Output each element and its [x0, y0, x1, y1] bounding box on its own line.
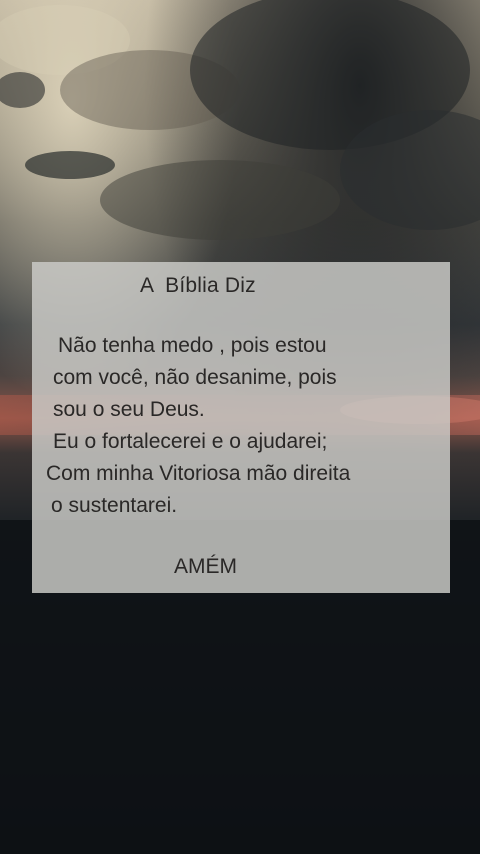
verse-line: Com minha Vitoriosa mão direita	[46, 462, 351, 485]
card-title: A Bíblia Diz	[140, 274, 256, 297]
closing-amen: AMÉM	[174, 555, 237, 578]
verse-line: Não tenha medo , pois estou	[58, 334, 327, 357]
verse-line: Eu o fortalecerei e o ajudarei;	[53, 430, 328, 453]
verse-line: o sustentarei.	[51, 494, 178, 517]
verse-line: com você, não desanime, pois	[53, 366, 337, 389]
verse-card: A Bíblia Diz Não tenha medo , pois estou…	[32, 262, 450, 593]
verse-line: sou o seu Deus.	[53, 398, 205, 421]
